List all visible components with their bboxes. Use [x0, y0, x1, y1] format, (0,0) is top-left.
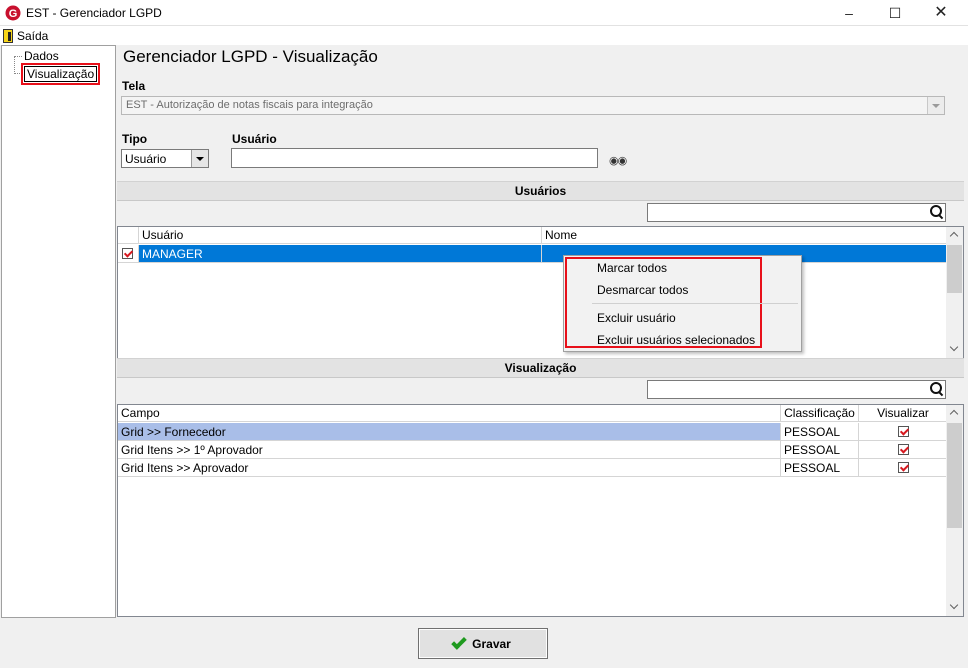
visualizar-checkbox[interactable]: [898, 462, 909, 473]
binoculars-search-icon[interactable]: ◉◉: [609, 154, 627, 167]
usuarios-grid[interactable]: Usuário Nome MANAGER: [117, 226, 964, 359]
tree-item-visualizacao[interactable]: Visualização: [20, 63, 101, 85]
context-menu: Marcar todos Desmarcar todos Excluir usu…: [563, 255, 802, 352]
save-button[interactable]: Gravar: [418, 628, 548, 659]
tela-label: Tela: [122, 79, 146, 93]
table-row[interactable]: Grid Itens >> Aprovador PESSOAL: [118, 459, 948, 477]
usuario-cell[interactable]: MANAGER: [139, 245, 542, 263]
campo-cell[interactable]: Grid Itens >> 1º Aprovador: [118, 441, 781, 459]
classificacao-cell[interactable]: PESSOAL: [781, 423, 859, 441]
tree-item-dados[interactable]: Dados: [24, 49, 59, 63]
column-header-usuario[interactable]: Usuário: [139, 227, 542, 244]
chevron-down-icon[interactable]: [927, 97, 944, 114]
close-button[interactable]: ✕: [918, 0, 964, 26]
usuarios-section-header: Usuários: [117, 181, 964, 201]
window-edge: [964, 45, 968, 618]
title-bar: G EST - Gerenciador LGPD – ☐ ✕: [0, 0, 968, 26]
checkmark-icon: [451, 633, 467, 650]
exit-menu-item[interactable]: Saída: [3, 27, 48, 44]
maximize-button[interactable]: ☐: [872, 0, 918, 26]
search-icon[interactable]: [930, 205, 942, 217]
tela-select-value: EST - Autorização de notas fiscais para …: [126, 99, 373, 111]
search-icon[interactable]: [930, 382, 942, 394]
column-header-classificacao[interactable]: Classificação: [781, 405, 859, 422]
menu-separator: [592, 303, 798, 304]
door-exit-icon: [3, 28, 13, 43]
tree-connector: [14, 56, 15, 74]
classificacao-cell[interactable]: PESSOAL: [781, 459, 859, 477]
select-column-header: [118, 227, 139, 244]
exit-label: Saída: [17, 28, 49, 43]
visualizar-checkbox[interactable]: [898, 426, 909, 437]
visualizacao-grid[interactable]: Campo Classificação Visualizar Grid >> F…: [117, 404, 964, 617]
usuarios-scrollbar[interactable]: [946, 227, 963, 358]
minimize-button[interactable]: –: [826, 0, 872, 26]
campo-cell[interactable]: Grid >> Fornecedor: [118, 423, 781, 441]
visualizar-cell[interactable]: [859, 459, 948, 477]
table-row[interactable]: MANAGER: [118, 245, 948, 263]
visualizar-checkbox[interactable]: [898, 444, 909, 455]
scrollbar-thumb[interactable]: [947, 423, 962, 528]
classificacao-cell[interactable]: PESSOAL: [781, 441, 859, 459]
svg-text:G: G: [9, 8, 18, 20]
tipo-select[interactable]: Usuário: [121, 149, 209, 168]
navigation-tree: Dados Visualização: [1, 45, 116, 618]
save-button-label: Gravar: [472, 636, 511, 651]
scroll-down-icon[interactable]: [946, 599, 963, 616]
tipo-label: Tipo: [122, 132, 148, 146]
scroll-down-icon[interactable]: [946, 341, 963, 358]
column-header-nome[interactable]: Nome: [542, 227, 948, 244]
usuario-label: Usuário: [232, 132, 277, 146]
tela-select[interactable]: EST - Autorização de notas fiscais para …: [121, 96, 945, 115]
app-logo-icon: G: [5, 5, 21, 21]
scroll-up-icon[interactable]: [946, 227, 963, 244]
usuarios-search-input[interactable]: [647, 203, 946, 222]
menu-bar: Saída: [0, 26, 968, 45]
visualizacao-scrollbar[interactable]: [946, 405, 963, 616]
menu-item-desmarcar-todos[interactable]: Desmarcar todos: [597, 283, 688, 297]
campo-cell[interactable]: Grid Itens >> Aprovador: [118, 459, 781, 477]
tree-connector: [14, 73, 22, 74]
page-title: Gerenciador LGPD - Visualização: [123, 47, 378, 66]
tipo-select-value: Usuário: [125, 152, 167, 166]
scrollbar-thumb[interactable]: [947, 245, 962, 293]
column-header-visualizar[interactable]: Visualizar: [859, 405, 948, 422]
visualizacao-section-header: Visualização: [117, 358, 964, 378]
row-checkbox-cell[interactable]: [118, 245, 139, 263]
row-checkbox[interactable]: [122, 248, 133, 259]
scroll-up-icon[interactable]: [946, 405, 963, 422]
visualizar-cell[interactable]: [859, 423, 948, 441]
window-title: EST - Gerenciador LGPD: [26, 6, 162, 20]
menu-item-marcar-todos[interactable]: Marcar todos: [597, 261, 667, 275]
menu-item-excluir-usuario[interactable]: Excluir usuário: [597, 311, 676, 325]
table-row[interactable]: Grid Itens >> 1º Aprovador PESSOAL: [118, 441, 948, 459]
chevron-down-icon[interactable]: [191, 150, 208, 167]
tree-connector: [14, 56, 22, 57]
column-header-campo[interactable]: Campo: [118, 405, 781, 422]
visualizar-cell[interactable]: [859, 441, 948, 459]
usuario-input[interactable]: [231, 148, 598, 168]
table-row[interactable]: Grid >> Fornecedor PESSOAL: [118, 423, 948, 441]
visualizacao-search-input[interactable]: [647, 380, 946, 399]
menu-item-excluir-usuarios-selecionados[interactable]: Excluir usuários selecionados: [597, 333, 755, 347]
